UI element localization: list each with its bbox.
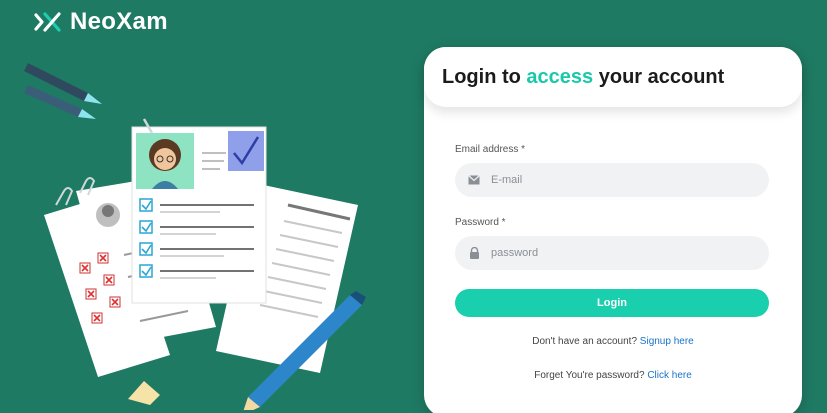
title-prefix: Login to [442,65,527,88]
title-highlight: access [526,65,594,88]
forgot-password-link[interactable]: Click here [647,370,691,381]
login-title: Login to access your account [442,66,724,89]
login-card: Login to access your account Email addre… [424,47,802,413]
password-label: Password * [455,217,506,228]
title-suffix: your account [593,65,725,88]
checklist-document-icon [131,118,267,304]
login-card-header: Login to access your account [424,47,802,107]
signup-link[interactable]: Signup here [640,336,694,347]
paper-ball-icon [128,381,160,405]
email-input[interactable] [491,174,751,186]
login-button[interactable]: Login [455,289,769,317]
forgot-password-line: Forget You're password? Click here [424,370,802,381]
lock-icon [467,246,481,260]
login-page: NeoXam Login to access your account Emai… [0,0,827,413]
neoxam-x-logo-icon [34,12,61,32]
password-field-wrapper[interactable] [455,236,769,270]
brand-header: NeoXam [34,8,168,36]
resume-illustration [24,63,366,410]
password-input[interactable] [491,247,751,259]
brand-name: NeoXam [70,8,168,35]
pencil-icon [24,63,102,119]
signup-prompt: Don't have an account? [532,336,638,347]
signup-line: Don't have an account? Signup here [424,336,802,347]
paper-clip-icon [55,187,74,206]
email-field-wrapper[interactable] [455,163,769,197]
mail-icon [467,173,481,187]
email-label: Email address * [455,144,526,155]
forgot-prompt: Forget You're password? [534,370,645,381]
